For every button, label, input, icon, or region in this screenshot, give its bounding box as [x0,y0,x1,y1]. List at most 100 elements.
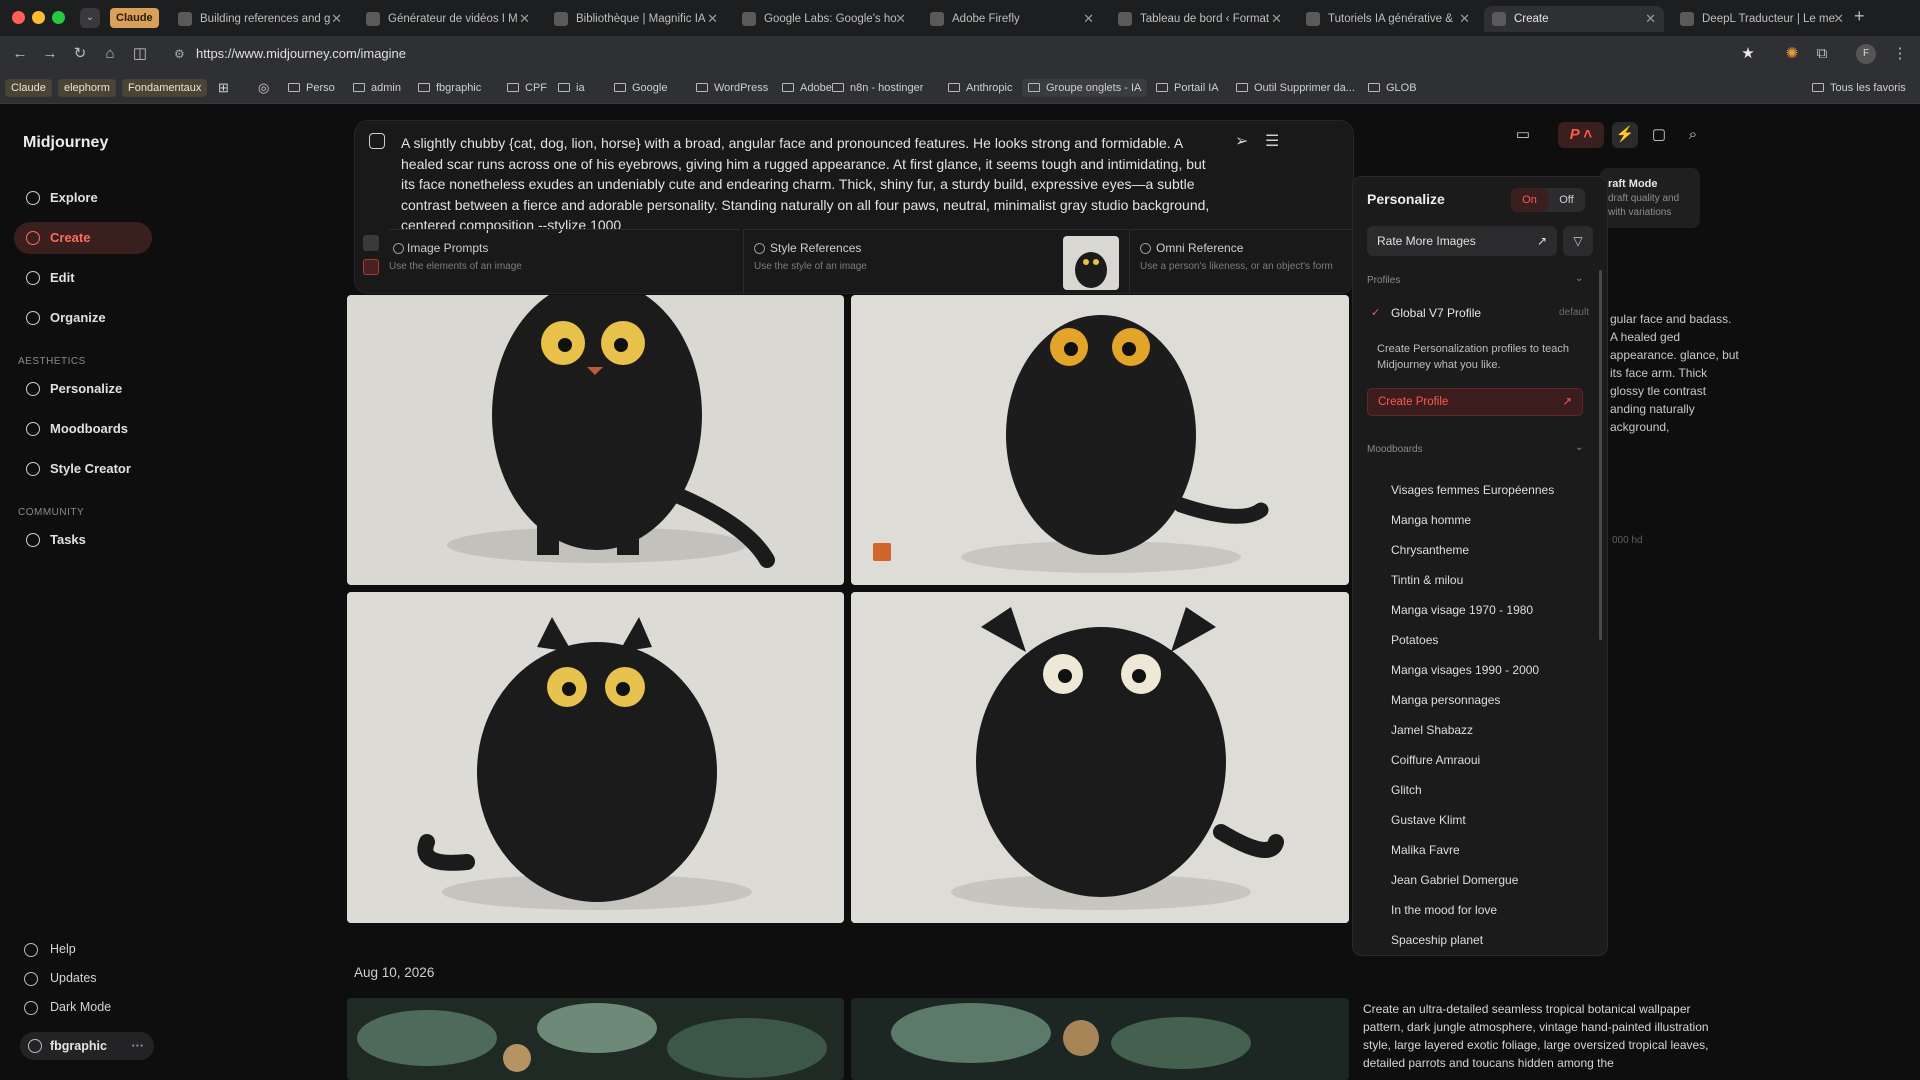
style-reference-thumbnail[interactable] [1063,236,1119,290]
url-field[interactable]: ⚙ https://www.midjourney.com/imagine [166,42,1766,66]
help-link[interactable]: Help [24,942,76,957]
nav-tasks[interactable]: Tasks [14,524,152,556]
moodboard-item[interactable]: Glitch [1391,783,1422,797]
extension-claude-icon[interactable]: ✺ [1782,44,1802,64]
maximize-window-button[interactable] [52,11,65,24]
home-icon[interactable]: ⌂ [100,44,120,64]
reload-icon[interactable]: ↻ [70,44,90,64]
moodboard-item[interactable]: Visages femmes Européennes [1391,483,1554,497]
filter-icon[interactable]: ▽ [1563,226,1593,256]
globe-icon[interactable]: ◎ [258,79,269,97]
all-bookmarks[interactable]: Tous les favoris [1812,79,1906,97]
more-dots-icon[interactable]: ··· [132,1032,145,1060]
profile-avatar[interactable]: F [1856,44,1876,64]
bookmark-folder-13[interactable]: GLOB [1368,79,1417,97]
bookmark-folder-12[interactable]: Outil Supprimer da... [1236,79,1355,97]
generated-image-5[interactable] [347,998,844,1080]
tab-2[interactable]: Générateur de vidéos I M ✕ [358,6,538,32]
tab-search-icon[interactable]: ⌄ [80,8,100,28]
bookmark-folder-9[interactable]: Anthropic [948,79,1012,97]
back-icon[interactable]: ← [10,44,30,64]
tab-group-claude[interactable]: Claude [110,8,159,28]
updates-link[interactable]: Updates [24,971,97,986]
global-v7-profile[interactable]: ✓ Global V7 Profile default [1367,301,1595,325]
bookmark-folder-1[interactable]: admin [353,79,401,97]
moodboard-item[interactable]: Chrysantheme [1391,543,1469,557]
draft-mode-button[interactable]: ⚡ [1612,122,1638,148]
folder-button[interactable]: ▭ [1510,122,1536,148]
moodboard-item[interactable]: Jamel Shabazz [1391,723,1473,737]
extensions-icon[interactable]: ⧉ [1812,44,1832,64]
moodboard-item[interactable]: Manga personnages [1391,693,1500,707]
close-tab-icon[interactable]: ✕ [519,6,530,32]
panel-scrollbar[interactable] [1599,270,1602,640]
generated-image-1[interactable] [347,295,844,585]
bookmark-folder-8[interactable]: n8n - hostinger [832,79,923,97]
tab-8[interactable]: Create ✕ [1484,6,1664,32]
nav-personalize[interactable]: Personalize [14,373,152,405]
nav-edit[interactable]: Edit [14,262,152,294]
send-icon[interactable]: ➢ [1235,131,1248,151]
bookmark-folder-7[interactable]: Adobe [782,79,832,97]
tab-6[interactable]: Tableau de bord ‹ Format ✕ [1110,6,1290,32]
tab-7[interactable]: Tutoriels IA générative & ✕ [1298,6,1478,32]
tab-4[interactable]: Google Labs: Google's ho ✕ [734,6,914,32]
settings-sliders-icon[interactable]: ☰ [1265,131,1279,151]
bookmark-folder-2[interactable]: fbgraphic [418,79,481,97]
generated-image-3[interactable] [347,592,844,923]
bookmark-folder-4[interactable]: ia [558,79,585,97]
toggle-on[interactable]: On [1511,188,1548,212]
profiles-header[interactable]: Profiles ⌄ [1367,273,1583,286]
ref-mode-switch[interactable] [355,229,385,293]
new-tab-button[interactable]: + [1854,6,1865,27]
ref-mode-icon-2[interactable] [363,259,379,275]
close-tab-icon[interactable]: ✕ [331,6,342,32]
close-tab-icon[interactable]: ✕ [707,6,718,32]
bookmark-claude[interactable]: Claude [5,79,52,97]
sidebar-toggle-icon[interactable]: ◫ [130,44,150,64]
search-icon[interactable]: ⌕ [1680,122,1706,148]
moodboards-header[interactable]: Moodboards ⌄ [1367,442,1583,455]
tab-5[interactable]: Adobe Firefly ✕ [922,6,1102,32]
generated-image-4[interactable] [851,592,1349,923]
close-tab-icon[interactable]: ✕ [1271,6,1282,32]
menu-dots-icon[interactable]: ⋮ [1890,44,1910,64]
moodboard-item[interactable]: In the mood for love [1391,903,1497,917]
close-tab-icon[interactable]: ✕ [1459,6,1470,32]
toggle-off[interactable]: Off [1548,188,1585,212]
omni-reference-slot[interactable]: Omni Reference Use a person's likeness, … [1129,229,1353,293]
close-tab-icon[interactable]: ✕ [1083,6,1094,32]
close-tab-icon[interactable]: ✕ [895,6,906,32]
bookmark-elephorm[interactable]: elephorm [58,79,116,97]
brand-logo[interactable]: Midjourney [23,134,108,152]
dark-mode-toggle[interactable]: Dark Mode [24,1000,111,1015]
moodboard-item[interactable]: Jean Gabriel Domergue [1391,873,1518,887]
close-tab-icon[interactable]: ✕ [1833,6,1844,32]
close-window-button[interactable] [12,11,25,24]
user-menu[interactable]: fbgraphic ··· [20,1032,154,1060]
bookmark-folder-3[interactable]: CPF [507,79,547,97]
moodboard-item[interactable]: Manga visage 1970 - 1980 [1391,603,1533,617]
bookmark-fondamentaux[interactable]: Fondamentaux [122,79,208,97]
nav-style-creator[interactable]: Style Creator [14,453,152,485]
prompt-input[interactable]: A slightly chubby {cat, dog, lion, horse… [401,133,1221,236]
bookmark-folder-0[interactable]: Perso [288,79,335,97]
bookmark-folder-5[interactable]: Google [614,79,667,97]
style-references-slot[interactable]: Style References Use the style of an ima… [743,229,1128,293]
nav-moodboards[interactable]: Moodboards [14,413,152,445]
personalize-on-off-toggle[interactable]: On Off [1511,188,1585,212]
nav-explore[interactable]: Explore [14,182,152,214]
moodboard-item[interactable]: Manga homme [1391,513,1471,527]
ref-mode-icon-1[interactable] [363,235,379,251]
moodboard-item[interactable]: Gustave Klimt [1391,813,1466,827]
minimize-window-button[interactable] [32,11,45,24]
moodboard-item[interactable]: Malika Favre [1391,843,1460,857]
personalize-toggle-button[interactable]: P ˄ [1558,122,1604,148]
image-upload-icon[interactable] [369,133,385,149]
site-info-icon[interactable]: ⚙ [174,42,185,66]
moodboard-item[interactable]: Potatoes [1391,633,1438,647]
bookmark-folder-6[interactable]: WordPress [696,79,768,97]
moodboard-item[interactable]: Manga visages 1990 - 2000 [1391,663,1539,677]
apps-grid-icon[interactable]: ⊞ [218,79,229,97]
close-tab-icon[interactable]: ✕ [1645,6,1656,32]
